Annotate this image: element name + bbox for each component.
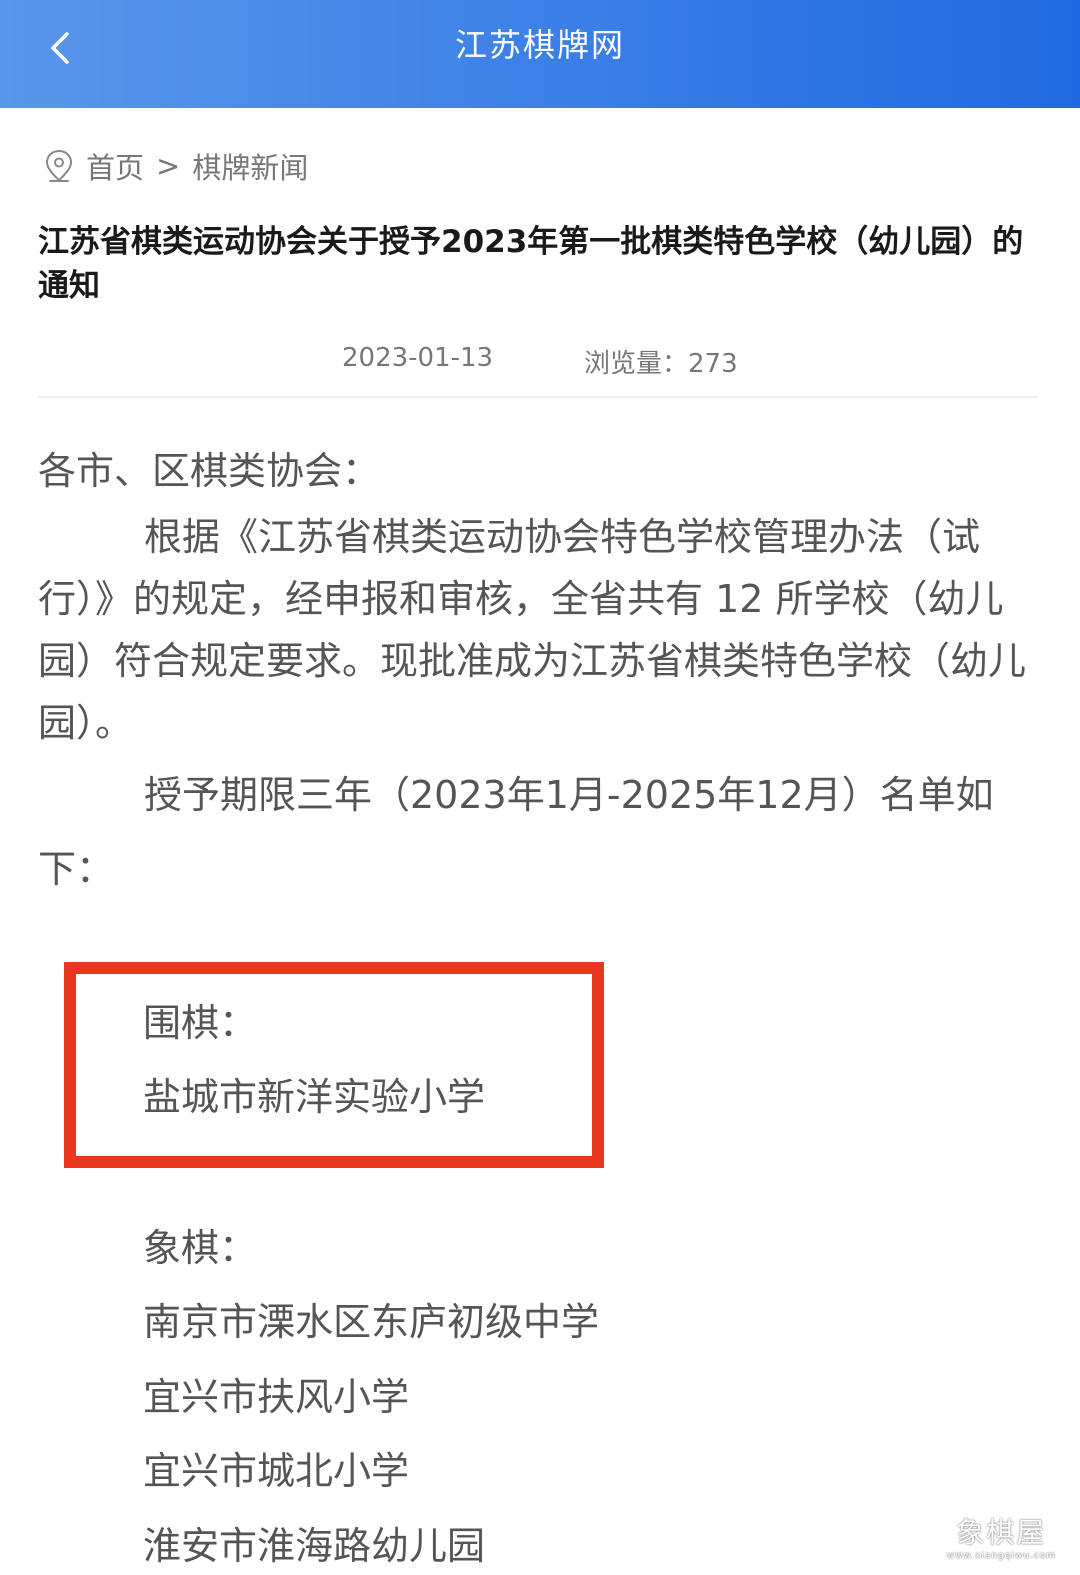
watermark-title: 象棋屋 <box>956 1516 1047 1549</box>
paragraph-regulation: 根据《江苏省棋类运动协会特色学校管理办法（试行）》的规定，经申报和审核，全省共有… <box>38 515 1027 745</box>
article-meta: 2023-01-13 浏览量：273 <box>0 343 1080 383</box>
xiangqi-school: 宜兴市城北小学 <box>143 1449 410 1493</box>
xiangqi-school: 南京市溧水区东庐初级中学 <box>143 1300 600 1344</box>
article-body: 各市、区棋类协会： 根据《江苏省棋类运动协会特色学校管理办法（试行）》的规定，经… <box>38 440 1043 906</box>
breadcrumb-news-link[interactable]: 棋牌新闻 <box>192 145 308 187</box>
xiangqi-school: 宜兴市扶风小学 <box>143 1375 410 1419</box>
divider <box>38 396 1038 398</box>
paragraph-term: 授予期限三年（2023年1月-2025年12月）名单如下： <box>38 773 994 891</box>
breadcrumb: 首页 > 棋牌新闻 <box>44 144 308 188</box>
breadcrumb-separator: > <box>156 149 181 183</box>
weiqi-school: 盐城市新洋实验小学 <box>143 1075 486 1119</box>
location-pin-icon <box>45 149 73 182</box>
app-header: 江苏棋牌网 <box>0 0 1080 108</box>
watermark: 象棋屋 www.xiangqiwu.com <box>947 1511 1056 1561</box>
xiangqi-heading: 象棋： <box>143 1226 258 1270</box>
xiangqi-school: 淮安市淮海路幼儿园 <box>143 1524 486 1568</box>
salutation: 各市、区棋类协会： <box>38 449 381 493</box>
view-count: 浏览量：273 <box>584 349 738 379</box>
article-title: 江苏省棋类运动协会关于授予2023年第一批棋类特色学校（幼儿园）的通知 <box>38 224 1024 304</box>
watermark-url: www.xiangqiwu.com <box>946 1551 1056 1561</box>
publish-date: 2023-01-13 <box>342 343 494 373</box>
header-title: 江苏棋牌网 <box>454 26 625 64</box>
weiqi-heading: 围棋： <box>143 1001 258 1045</box>
breadcrumb-home-link[interactable]: 首页 <box>86 145 144 187</box>
